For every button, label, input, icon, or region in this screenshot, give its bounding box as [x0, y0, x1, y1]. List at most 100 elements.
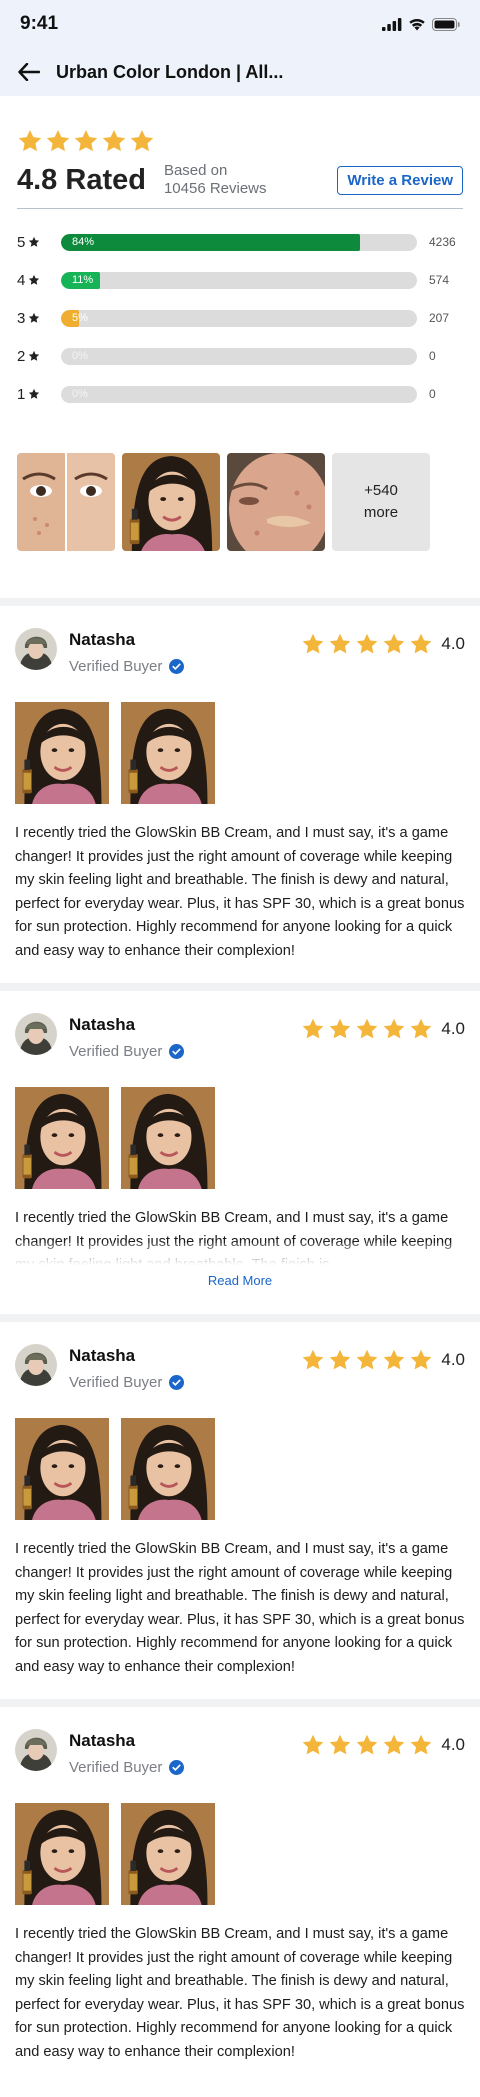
- section-divider: [0, 1699, 480, 1707]
- review-card: Natasha Verified Buyer 4.0 I recently tried…: [0, 1322, 480, 1699]
- star-icon: [301, 1017, 325, 1041]
- rating-bar-row[interactable]: 2 0% 0: [17, 337, 463, 375]
- star-icon: [382, 1733, 406, 1757]
- review-text: I recently tried the GlowSkin BB Cream, …: [15, 1926, 465, 2060]
- star-icon: [409, 1017, 433, 1041]
- reviewer-name: Natasha: [69, 1346, 136, 1365]
- review-rating: 4.0: [301, 632, 465, 656]
- verified-check-icon: [169, 659, 185, 674]
- rating-bar-count: 0: [429, 349, 436, 363]
- rating-bar-fill: [61, 233, 361, 251]
- star-icon: [28, 274, 40, 286]
- review-header: Natasha Verified Buyer 4.0: [15, 606, 465, 675]
- reviewer-info: Natasha Verified Buyer: [69, 1013, 185, 1060]
- status-time: 9:41: [20, 13, 59, 34]
- review-card: Natasha Verified Buyer 4.0 I recently tried…: [0, 1707, 480, 2084]
- reviewer: Natasha Verified Buyer: [15, 1729, 185, 1776]
- avatar[interactable]: [15, 1344, 57, 1386]
- review-text: I recently tried the GlowSkin BB Cream, …: [15, 1207, 465, 1265]
- rated-row: 4.8 Rated Based on 10456 Reviews Write a…: [17, 162, 463, 209]
- avatar[interactable]: [15, 628, 57, 670]
- rating-distribution: 5 84% 4236 4 11% 574 3 5% 207 2 0% 0 1 0% 0: [17, 223, 463, 413]
- review-rating-value: 4.0: [441, 1735, 465, 1754]
- customer-photo[interactable]: [122, 453, 220, 551]
- review-photo[interactable]: [15, 1418, 109, 1520]
- verified-label: Verified Buyer: [69, 1374, 163, 1391]
- rating-bar-percent: 11%: [72, 273, 94, 286]
- bar-star-number: 5: [17, 233, 26, 251]
- bar-star-label: 4: [17, 272, 61, 289]
- star-icon: [355, 1348, 379, 1372]
- rating-bar-track: 0%: [61, 385, 417, 403]
- review-photo[interactable]: [121, 702, 215, 804]
- rating-bar-count: 0: [429, 387, 436, 401]
- star-icon: [28, 350, 40, 362]
- review-photo[interactable]: [121, 1803, 215, 1905]
- reviewer-name: Natasha: [69, 1731, 136, 1750]
- star-icon: [355, 632, 379, 656]
- review-card: Natasha Verified Buyer 4.0 I recently tried…: [0, 606, 480, 983]
- star-icon: [328, 1733, 352, 1757]
- bar-star-label: 1: [17, 386, 61, 403]
- review-rating: 4.0: [301, 1348, 465, 1372]
- rating-bar-percent: 0%: [72, 387, 88, 400]
- customer-photo[interactable]: [227, 453, 325, 551]
- star-icon: [301, 632, 325, 656]
- rating-bar-row[interactable]: 4 11% 574: [17, 261, 463, 299]
- write-review-button[interactable]: Write a Review: [337, 165, 463, 195]
- star-icon: [301, 1348, 325, 1372]
- avatar[interactable]: [15, 1013, 57, 1055]
- star-icon: [45, 128, 71, 154]
- back-button[interactable]: [16, 59, 42, 85]
- system-icons: [382, 17, 460, 31]
- review-photos: [15, 1803, 465, 1905]
- review-text: I recently tried the GlowSkin BB Cream, …: [15, 825, 465, 959]
- bar-star-label: 5: [17, 234, 61, 251]
- rating-bar-row[interactable]: 5 84% 4236: [17, 223, 463, 261]
- rating-bar-track: 11%: [61, 271, 417, 289]
- avatar[interactable]: [15, 1729, 57, 1771]
- verified-check-icon: [169, 1375, 185, 1390]
- star-icon: [101, 128, 127, 154]
- review-photo[interactable]: [15, 1087, 109, 1189]
- page-title: Urban Color London | All...: [56, 61, 284, 82]
- review-list: Natasha Verified Buyer 4.0 I recently tried…: [0, 598, 480, 2084]
- rating-bar-track: 0%: [61, 347, 417, 365]
- review-card: Natasha Verified Buyer 4.0 I recently tried…: [0, 991, 480, 1314]
- star-icon: [409, 1733, 433, 1757]
- rating-summary: 4.8 Rated Based on 10456 Reviews Write a…: [0, 96, 480, 598]
- star-icon: [382, 632, 406, 656]
- review-photo[interactable]: [121, 1418, 215, 1520]
- read-more-link[interactable]: Read More: [15, 1273, 465, 1288]
- reviewer-info: Natasha Verified Buyer: [69, 628, 185, 675]
- more-photos-button[interactable]: +540 more: [332, 453, 430, 551]
- star-icon: [28, 312, 40, 324]
- review-photo[interactable]: [15, 702, 109, 804]
- star-icon: [129, 128, 155, 154]
- reviewer-info: Natasha Verified Buyer: [69, 1344, 185, 1391]
- bar-star-label: 2: [17, 348, 61, 365]
- reviewer: Natasha Verified Buyer: [15, 1344, 185, 1391]
- more-photos-label: more: [363, 504, 399, 521]
- bar-star-number: 3: [17, 309, 26, 327]
- rated-info: 4.8 Rated Based on 10456 Reviews: [17, 162, 267, 198]
- battery-icon: [432, 17, 460, 31]
- star-icon: [382, 1017, 406, 1041]
- rating-bar-percent: 5%: [72, 311, 88, 324]
- rating-bar-row[interactable]: 3 5% 207: [17, 299, 463, 337]
- star-icon: [28, 388, 40, 400]
- review-text: I recently tried the GlowSkin BB Cream, …: [15, 1541, 465, 1675]
- rating-bar-row[interactable]: 1 0% 0: [17, 375, 463, 413]
- reviewer: Natasha Verified Buyer: [15, 1013, 185, 1060]
- verified-check-icon: [169, 1044, 185, 1059]
- bar-star-number: 1: [17, 385, 26, 403]
- verified-buyer-badge: Verified Buyer: [69, 658, 185, 675]
- verified-label: Verified Buyer: [69, 1043, 163, 1060]
- review-count: 10456 Reviews: [163, 180, 267, 197]
- rating-bar-track: 84%: [61, 233, 417, 251]
- customer-photo[interactable]: [17, 453, 115, 551]
- review-photo[interactable]: [121, 1087, 215, 1189]
- bar-star-number: 4: [17, 271, 26, 289]
- review-photo[interactable]: [15, 1803, 109, 1905]
- star-icon: [355, 1017, 379, 1041]
